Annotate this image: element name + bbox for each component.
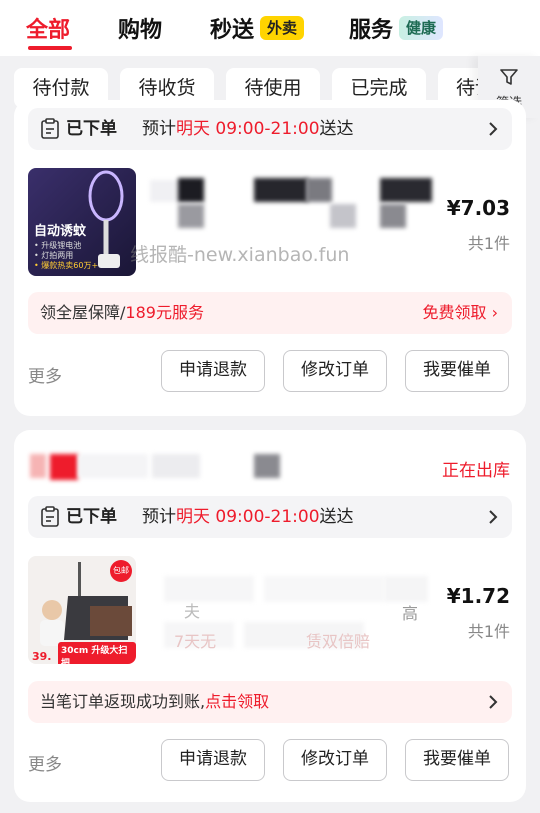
modify-order-button[interactable]: 修改订单 xyxy=(283,350,387,392)
order-quantity: 共1件 xyxy=(467,622,510,641)
product-image-bullet: • 爆款热卖60万+ xyxy=(34,261,99,270)
refund-button[interactable]: 申请退款 xyxy=(161,739,265,781)
funnel-icon xyxy=(500,69,518,85)
product-image[interactable]: 包邮 30cm 升级大扫把 39. xyxy=(28,556,136,664)
protection-promo-banner[interactable]: 领全屋保障/189元服务 免费领取 › xyxy=(28,292,512,334)
delivery-estimate: 预计明天 09:00-21:00送达 xyxy=(142,507,354,527)
tab-services[interactable]: 服务 xyxy=(349,12,393,44)
watermark-text: 线报酷-new.xianbao.fun xyxy=(130,244,350,266)
tab-all[interactable]: 全部 xyxy=(26,12,70,44)
product-title-fragment: 夫 xyxy=(184,602,201,621)
health-tag: 健康 xyxy=(399,16,444,40)
takeout-tag: 外卖 xyxy=(260,16,305,40)
product-image[interactable]: 自动诱蚊 • 升级锂电池 • 灯拍两用 • 爆款热卖60万+ xyxy=(28,168,136,276)
ship-status: 已下单 xyxy=(66,507,117,527)
delivery-info-bar[interactable]: 已下单 预计明天 09:00-21:00送达 xyxy=(28,108,512,150)
cashback-promo-banner[interactable]: 当笔订单返现成功到账,点击领取 xyxy=(28,681,512,723)
product-subtitle-fragment: 7天无 xyxy=(174,632,217,651)
order-price: ¥7.03 xyxy=(446,196,510,220)
urge-order-button[interactable]: 我要催单 xyxy=(405,739,509,781)
order-price: ¥1.72 xyxy=(446,584,510,608)
chevron-right-icon xyxy=(489,122,498,136)
delivery-estimate: 预计明天 09:00-21:00送达 xyxy=(142,119,354,139)
chevron-right-icon xyxy=(489,510,498,524)
free-shipping-badge: 包邮 xyxy=(110,560,132,582)
tab-shopping[interactable]: 购物 xyxy=(118,12,162,44)
free-claim-link[interactable]: 免费领取 › xyxy=(423,292,499,334)
refund-button[interactable]: 申请退款 xyxy=(161,350,265,392)
claim-link[interactable]: 点击领取 xyxy=(205,692,269,711)
order-card[interactable]: 正在出库 已下单 预计明天 09:00-21:00送达 包邮 30cm 升级大扫… xyxy=(14,430,526,802)
product-subtitle-fragment: 赁双倍赔 xyxy=(306,632,371,651)
product-image-headline: 自动诱蚊 xyxy=(34,224,87,239)
product-image-banner: 30cm 升级大扫把 xyxy=(58,642,136,664)
product-title-fragment: 高 xyxy=(402,604,419,623)
order-status: 正在出库 xyxy=(442,461,510,481)
chevron-right-icon xyxy=(489,695,498,709)
ship-status: 已下单 xyxy=(66,119,117,139)
top-tab-bar: 全部 购物 秒送 外卖 服务 健康 xyxy=(0,0,540,56)
product-image-price: 39. xyxy=(32,650,52,663)
modify-order-button[interactable]: 修改订单 xyxy=(283,739,387,781)
more-link[interactable]: 更多 xyxy=(28,362,62,387)
active-tab-indicator xyxy=(28,46,72,50)
urge-order-button[interactable]: 我要催单 xyxy=(405,350,509,392)
tab-instant-delivery[interactable]: 秒送 xyxy=(210,12,254,44)
clipboard-icon xyxy=(41,506,59,527)
clipboard-icon xyxy=(41,118,59,139)
more-link[interactable]: 更多 xyxy=(28,750,62,775)
delivery-info-bar[interactable]: 已下单 预计明天 09:00-21:00送达 xyxy=(28,496,512,538)
order-quantity: 共1件 xyxy=(467,234,510,253)
